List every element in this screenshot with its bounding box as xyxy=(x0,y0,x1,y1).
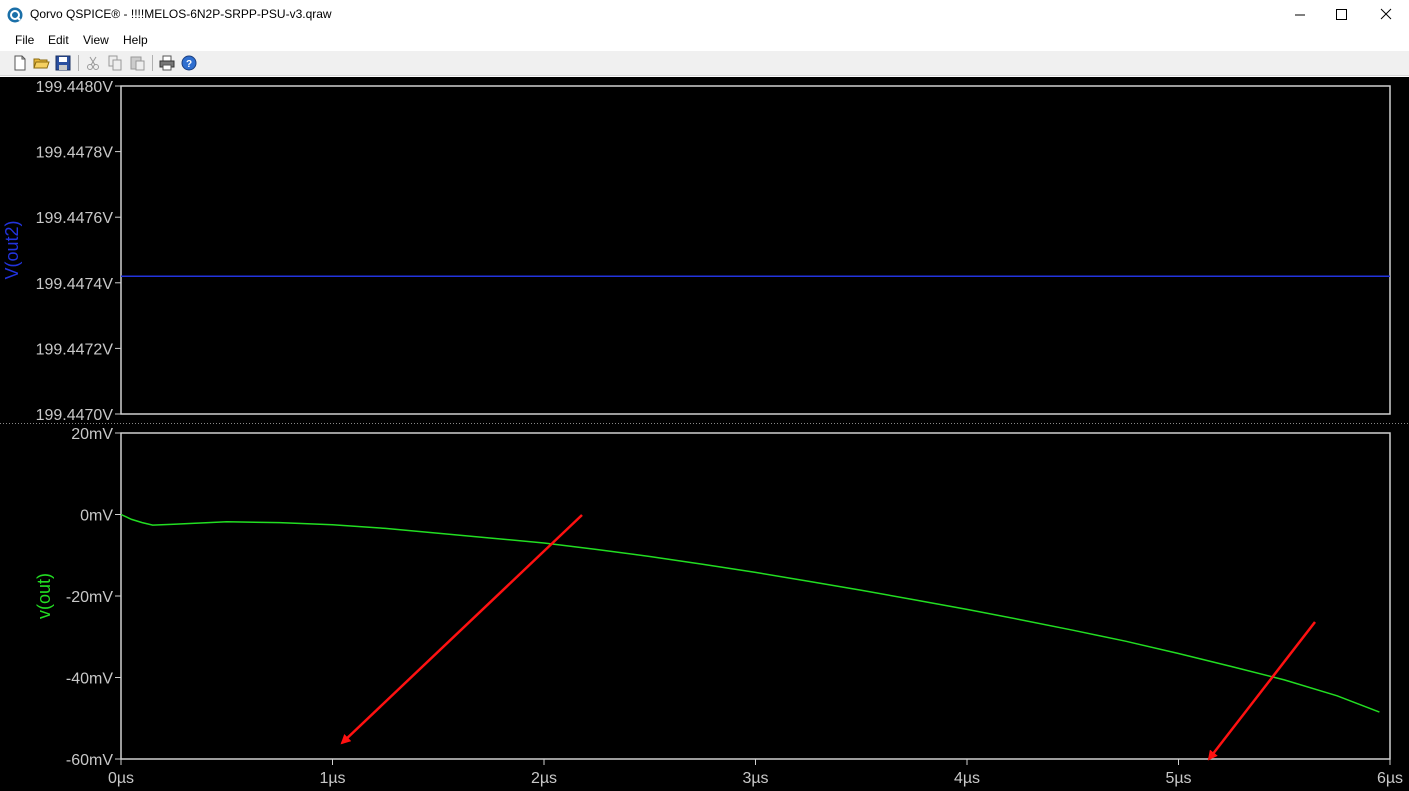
toolbar-separator xyxy=(78,55,79,71)
y-axis-label: V(out2) xyxy=(2,220,22,279)
open-folder-icon[interactable] xyxy=(32,54,50,72)
minimize-icon xyxy=(1295,14,1305,16)
copy-icon[interactable] xyxy=(106,54,124,72)
waveform-plot-area[interactable]: 199.4480V 199.4478V 199.4476V 199.4474V 199.… xyxy=(0,77,1409,791)
y-tick-label: 0mV xyxy=(80,508,113,525)
minimize-button[interactable] xyxy=(1277,0,1323,30)
plot-background xyxy=(0,77,1409,791)
x-tick-label: 2µs xyxy=(531,770,557,787)
y-tick-label: -40mV xyxy=(66,671,113,688)
menu-file[interactable]: File xyxy=(15,33,34,47)
new-file-icon[interactable] xyxy=(11,54,29,72)
cut-icon[interactable] xyxy=(84,54,102,72)
y-tick-label: 199.4470V xyxy=(36,407,114,424)
svg-text:?: ? xyxy=(186,59,192,70)
close-button[interactable] xyxy=(1363,0,1409,30)
paste-icon[interactable] xyxy=(128,54,146,72)
y-tick-label: 199.4476V xyxy=(36,210,114,227)
window-title: Qorvo QSPICE® - !!!!MELOS-6N2P-SRPP-PSU-… xyxy=(30,7,332,21)
x-tick-label: 1µs xyxy=(319,770,345,787)
y-tick-label: 199.4478V xyxy=(36,145,114,162)
close-icon xyxy=(1380,8,1392,20)
help-icon[interactable]: ? xyxy=(180,54,198,72)
menu-bar: File Edit View Help xyxy=(0,30,1409,50)
print-icon[interactable] xyxy=(158,54,176,72)
menu-view[interactable]: View xyxy=(83,33,109,47)
y-tick-label: 20mV xyxy=(71,426,113,443)
menu-help[interactable]: Help xyxy=(123,33,148,47)
x-tick-label: 0µs xyxy=(108,770,134,787)
y-tick-label: -60mV xyxy=(66,752,113,769)
x-tick-label: 5µs xyxy=(1165,770,1191,787)
y-axis-label: v(out) xyxy=(34,573,54,619)
save-icon[interactable] xyxy=(54,54,72,72)
menu-edit[interactable]: Edit xyxy=(48,33,69,47)
maximize-icon xyxy=(1336,9,1347,20)
x-tick-label: 3µs xyxy=(742,770,768,787)
y-tick-label: 199.4472V xyxy=(36,341,114,358)
x-tick-label: 6µs xyxy=(1377,770,1403,787)
y-tick-label: -20mV xyxy=(66,589,113,606)
toolbar-separator xyxy=(152,55,153,71)
toolbar: ? xyxy=(0,51,1409,76)
title-bar: Qorvo QSPICE® - !!!!MELOS-6N2P-SRPP-PSU-… xyxy=(0,0,1409,30)
y-tick-label: 199.4474V xyxy=(36,276,114,293)
maximize-button[interactable] xyxy=(1318,0,1364,30)
qspice-logo-icon xyxy=(7,7,23,23)
y-tick-label: 199.4480V xyxy=(36,79,114,96)
x-tick-label: 4µs xyxy=(954,770,980,787)
